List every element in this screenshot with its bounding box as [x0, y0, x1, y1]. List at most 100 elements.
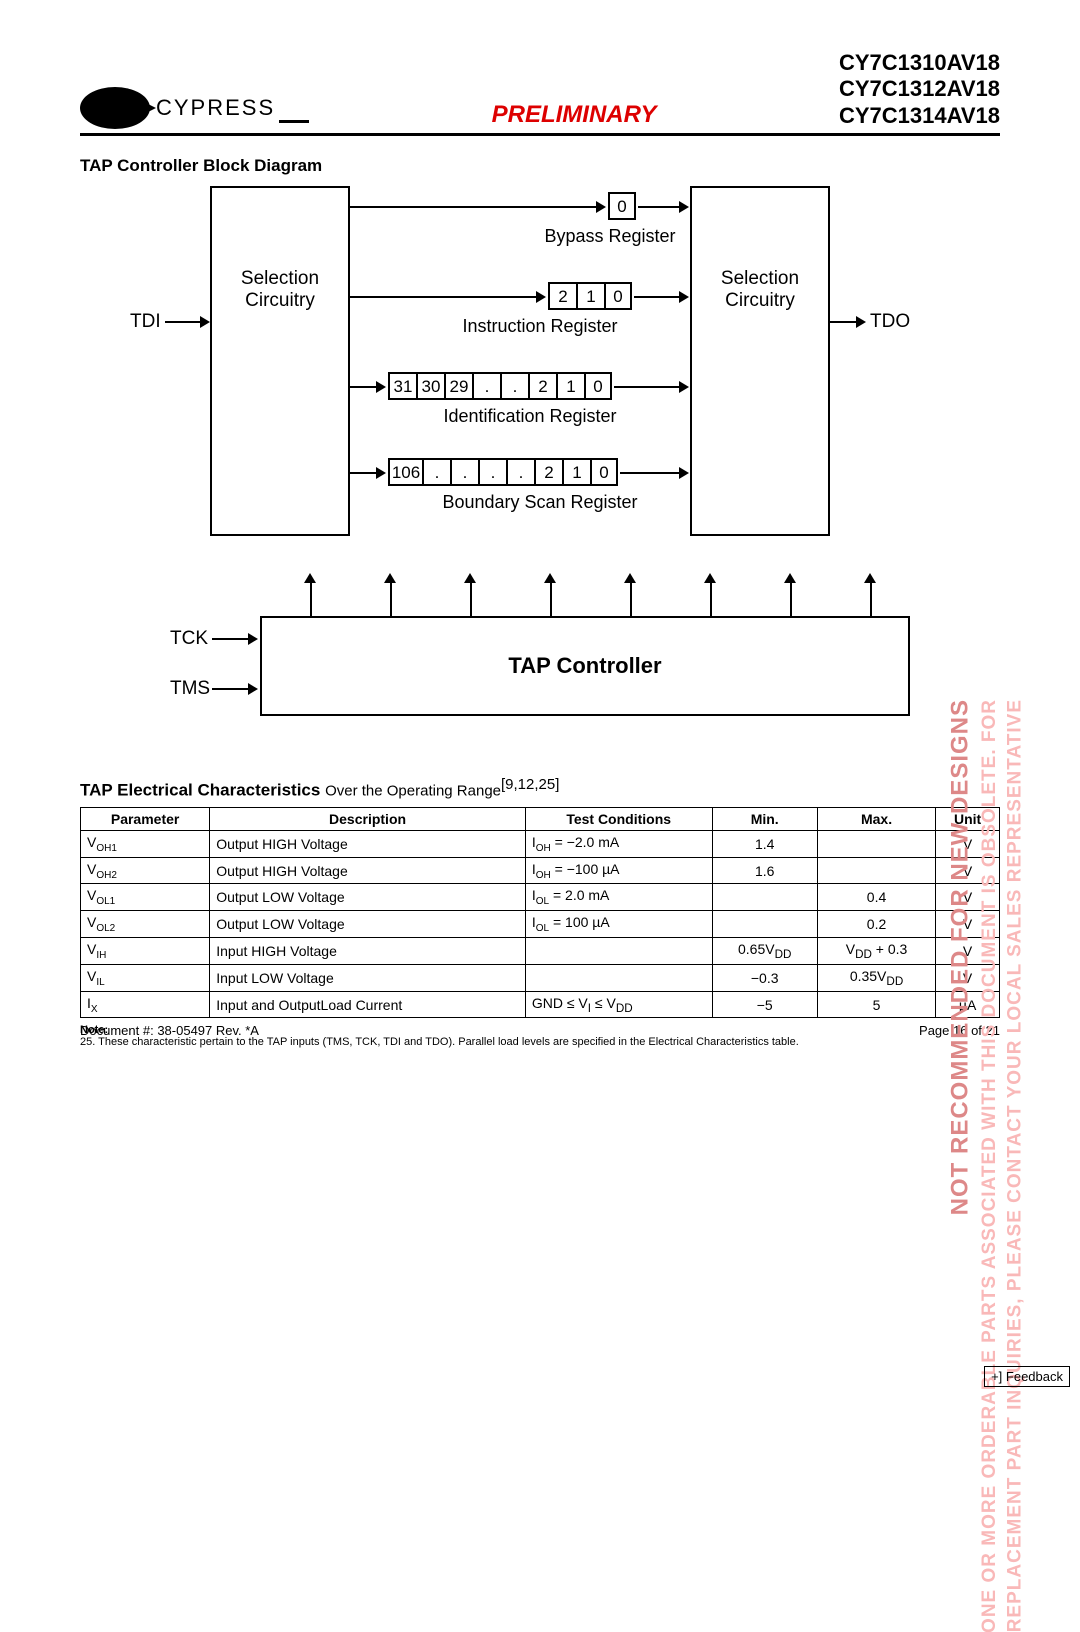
cell-max	[817, 830, 935, 857]
tck-label: TCK	[170, 628, 208, 650]
part-number: CY7C1314AV18	[839, 103, 1000, 129]
reg-cell: .	[450, 458, 478, 486]
cell-conditions: IOL = 2.0 mA	[525, 884, 712, 911]
cell-min	[712, 911, 817, 938]
cell-description: Output HIGH Voltage	[210, 857, 526, 884]
tdo-label: TDO	[870, 311, 910, 333]
bypass-register-label: Bypass Register	[510, 226, 710, 247]
cell-parameter: VOL1	[81, 884, 210, 911]
table-row: IXInput and OutputLoad CurrentGND ≤ VI ≤…	[81, 991, 1000, 1018]
selection-right-label: SelectionCircuitry	[692, 268, 828, 312]
reg-cell: 2	[548, 282, 576, 310]
table-refs: [9,12,25]	[501, 776, 559, 793]
cell-description: Output LOW Voltage	[210, 884, 526, 911]
cell-description: Input HIGH Voltage	[210, 938, 526, 965]
part-numbers: CY7C1310AV18 CY7C1312AV18 CY7C1314AV18	[839, 50, 1000, 129]
reg-cell: 1	[562, 458, 590, 486]
header-rule	[279, 120, 309, 123]
selection-left-label: SelectionCircuitry	[212, 268, 348, 312]
th-min: Min.	[712, 807, 817, 830]
electrical-characteristics-table: Parameter Description Test Conditions Mi…	[80, 807, 1000, 1019]
bypass-register: 0	[608, 192, 636, 220]
cell-parameter: VIH	[81, 938, 210, 965]
cell-max: 0.2	[817, 911, 935, 938]
reg-cell: 0	[584, 372, 612, 400]
cell-description: Output LOW Voltage	[210, 911, 526, 938]
reg-cell: 0	[590, 458, 618, 486]
instruction-register-label: Instruction Register	[430, 316, 650, 337]
cell-description: Input and OutputLoad Current	[210, 991, 526, 1018]
cell-parameter: VOL2	[81, 911, 210, 938]
cell-max	[817, 857, 935, 884]
cell-min	[712, 884, 817, 911]
reg-cell: 31	[388, 372, 416, 400]
th-max: Max.	[817, 807, 935, 830]
selection-circuitry-right: SelectionCircuitry	[690, 186, 830, 536]
watermark-not-recommended: NOT RECOMMENDED FOR NEW DESIGNS	[946, 699, 974, 1215]
diagram-title: TAP Controller Block Diagram	[80, 156, 1000, 176]
cell-conditions: IOH = −100 µA	[525, 857, 712, 884]
table-row: VOL2Output LOW VoltageIOL = 100 µA0.2V	[81, 911, 1000, 938]
reg-cell: 29	[444, 372, 472, 400]
tms-label: TMS	[170, 678, 210, 700]
cell-min: −5	[712, 991, 817, 1018]
reg-cell: .	[478, 458, 506, 486]
tap-controller-label: TAP Controller	[262, 653, 908, 679]
reg-cell: .	[500, 372, 528, 400]
page-header: CYPRESS PRELIMINARY CY7C1310AV18 CY7C131…	[80, 50, 1000, 136]
table-title: TAP Electrical Characteristics Over the …	[80, 776, 1000, 801]
preliminary-label: PRELIMINARY	[309, 101, 839, 129]
feedback-button[interactable]: +] Feedback	[984, 1366, 1070, 1387]
reg-cell: 0	[604, 282, 632, 310]
reg-cell: 2	[534, 458, 562, 486]
table-header-row: Parameter Description Test Conditions Mi…	[81, 807, 1000, 830]
reg-cell: 30	[416, 372, 444, 400]
identification-register: 31 30 29 . . 2 1 0	[388, 372, 612, 400]
cell-description: Output HIGH Voltage	[210, 830, 526, 857]
boundary-scan-register: 106 . . . . 2 1 0	[388, 458, 618, 486]
cell-conditions: GND ≤ VI ≤ VDD	[525, 991, 712, 1018]
doc-number: Document #: 38-05497 Rev. *A	[80, 1023, 259, 1038]
table-title-main: TAP Electrical Characteristics	[80, 781, 320, 800]
cell-min: 1.4	[712, 830, 817, 857]
reg-cell: .	[472, 372, 500, 400]
part-number: CY7C1312AV18	[839, 76, 1000, 102]
cell-max: 0.4	[817, 884, 935, 911]
instruction-register: 2 1 0	[548, 282, 632, 310]
cell-conditions	[525, 938, 712, 965]
reg-cell: .	[422, 458, 450, 486]
watermark-obsolete-1: ONE OR MORE ORDERABLE PARTS ASSOCIATED W…	[979, 699, 1001, 1632]
cell-parameter: VIL	[81, 964, 210, 991]
cell-min: 1.6	[712, 857, 817, 884]
part-number: CY7C1310AV18	[839, 50, 1000, 76]
th-description: Description	[210, 807, 526, 830]
cell-max: VDD + 0.3	[817, 938, 935, 965]
reg-cell: 2	[528, 372, 556, 400]
boundary-scan-register-label: Boundary Scan Register	[410, 492, 670, 513]
reg-cell: .	[506, 458, 534, 486]
th-parameter: Parameter	[81, 807, 210, 830]
tap-controller-box: TAP Controller	[260, 616, 910, 716]
cypress-logo: CYPRESS	[80, 87, 275, 129]
table-row: VOH2Output HIGH VoltageIOH = −100 µA1.6V	[81, 857, 1000, 884]
table-subtitle: Over the Operating Range	[325, 783, 501, 800]
cell-max: 0.35VDD	[817, 964, 935, 991]
watermark-obsolete-2: REPLACEMENT PART INQUIRIES, PLEASE CONTA…	[1004, 699, 1026, 1632]
reg-cell: 0	[608, 192, 636, 220]
th-test-conditions: Test Conditions	[525, 807, 712, 830]
tap-block-diagram: TDI SelectionCircuitry SelectionCircuitr…	[130, 186, 950, 746]
reg-cell: 106	[388, 458, 422, 486]
table-row: VIHInput HIGH Voltage0.65VDDVDD + 0.3V	[81, 938, 1000, 965]
cell-conditions	[525, 964, 712, 991]
table-row: VOH1Output HIGH VoltageIOH = −2.0 mA1.4V	[81, 830, 1000, 857]
cell-conditions: IOL = 100 µA	[525, 911, 712, 938]
reg-cell: 1	[556, 372, 584, 400]
cell-min: 0.65VDD	[712, 938, 817, 965]
table-row: VILInput LOW Voltage−0.30.35VDDV	[81, 964, 1000, 991]
reg-cell: 1	[576, 282, 604, 310]
cell-parameter: IX	[81, 991, 210, 1018]
tdi-label: TDI	[130, 311, 161, 333]
page-footer: Document #: 38-05497 Rev. *A Page 16 of …	[80, 1023, 1000, 1038]
cell-min: −0.3	[712, 964, 817, 991]
table-row: VOL1Output LOW VoltageIOL = 2.0 mA0.4V	[81, 884, 1000, 911]
